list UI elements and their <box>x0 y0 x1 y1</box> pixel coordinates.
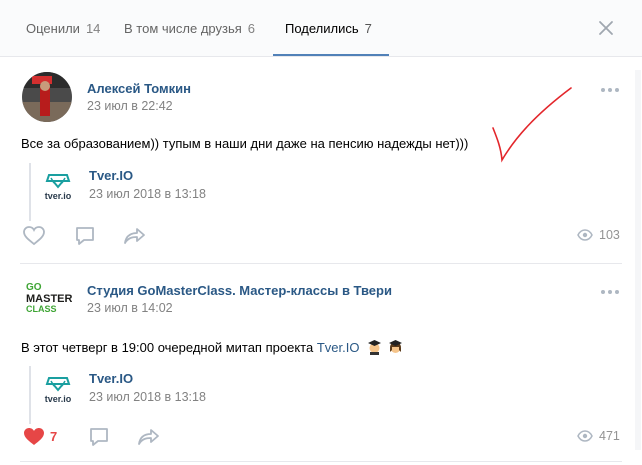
comment-button[interactable] <box>86 424 112 450</box>
share-button[interactable] <box>122 223 148 249</box>
dot-icon <box>608 88 612 92</box>
views-counter: 471 <box>577 429 620 443</box>
emoji-woman-graduate-icon <box>388 339 403 358</box>
post-text-link[interactable]: Tver.IO <box>317 340 360 355</box>
heart-filled-icon <box>24 428 44 445</box>
shares-modal: Оценили 14 В том числе друзья 6 Поделили… <box>0 0 642 465</box>
logo-text-class: CLASS <box>26 304 57 314</box>
avatar-photo-icon <box>22 72 72 122</box>
post-text: Все за образованием)) тупым в наши дни д… <box>21 136 469 151</box>
tab-liked-count: 14 <box>85 21 101 36</box>
post-date[interactable]: 23 июл в 22:42 <box>87 99 173 113</box>
comment-icon <box>90 428 108 446</box>
tab-liked[interactable]: Оценили 14 <box>26 0 100 57</box>
post-divider <box>20 461 622 462</box>
red-checkmark-annotation <box>492 87 572 163</box>
tab-shared-label: Поделились <box>285 21 359 36</box>
avatar[interactable] <box>22 72 72 122</box>
heart-icon <box>23 226 45 246</box>
post-date[interactable]: 23 июл в 14:02 <box>87 301 173 315</box>
views-counter: 103 <box>577 228 620 242</box>
tverio-logo-icon: tver.io <box>45 377 72 404</box>
post-author[interactable]: Студия GoMasterClass. Мастер-классы в Тв… <box>87 283 392 298</box>
views-count: 103 <box>599 228 620 242</box>
repost-title[interactable]: Tver.IO <box>89 168 133 183</box>
post-more-button[interactable] <box>600 87 620 93</box>
like-button[interactable] <box>21 223 47 249</box>
avatar[interactable]: GO MASTER CLASS <box>22 273 72 323</box>
share-arrow-icon <box>138 429 159 445</box>
tverio-logo-icon: tver.io <box>45 174 72 201</box>
post-actions: 7 471 <box>0 424 642 450</box>
share-arrow-icon <box>124 228 145 244</box>
post-text: В этот четверг в 19:00 очередной митап п… <box>21 339 403 358</box>
likes-count[interactable]: 7 <box>50 429 57 444</box>
post-actions: 103 <box>0 223 642 249</box>
repost-block[interactable]: tver.io Tver.IO 23 июл 2018 в 13:18 <box>29 163 289 221</box>
post-2: GO MASTER CLASS Студия GoMasterClass. Ма… <box>0 270 642 465</box>
dot-icon <box>615 290 619 294</box>
tab-shared[interactable]: Поделились 7 <box>285 0 372 57</box>
tab-liked-label: Оценили <box>26 21 80 36</box>
comment-icon <box>76 227 94 245</box>
dot-icon <box>608 290 612 294</box>
repost-title[interactable]: Tver.IO <box>89 371 133 386</box>
tverio-logo[interactable]: tver.io <box>41 372 75 406</box>
post-text-body: В этот четверг в 19:00 очередной митап п… <box>21 339 314 355</box>
tverio-logo[interactable]: tver.io <box>41 169 75 203</box>
close-button[interactable] <box>596 18 616 38</box>
logo-text-go: GO <box>26 282 42 293</box>
tab-friends-label: В том числе друзья <box>124 21 242 36</box>
tab-shared-count: 7 <box>364 21 372 36</box>
dot-icon <box>601 290 605 294</box>
emoji-graduate-icon <box>367 339 382 358</box>
repost-block[interactable]: tver.io Tver.IO 23 июл 2018 в 13:18 <box>29 366 289 424</box>
tverio-logo-text: tver.io <box>45 394 72 404</box>
comment-button[interactable] <box>72 223 98 249</box>
tab-friends[interactable]: В том числе друзья 6 <box>124 0 255 57</box>
tab-friends-count: 6 <box>247 21 256 36</box>
repost-date[interactable]: 23 июл 2018 в 13:18 <box>89 390 206 404</box>
tverio-logo-text: tver.io <box>45 191 72 201</box>
share-button[interactable] <box>136 424 162 450</box>
gomasterclass-logo-icon: GO MASTER CLASS <box>22 273 72 323</box>
active-tab-indicator <box>273 54 389 56</box>
eye-icon <box>577 430 593 442</box>
close-icon <box>599 21 613 35</box>
dot-icon <box>615 88 619 92</box>
post-author[interactable]: Алексей Томкин <box>87 81 191 96</box>
dot-icon <box>601 88 605 92</box>
views-count: 471 <box>599 429 620 443</box>
post-more-button[interactable] <box>600 289 620 295</box>
repost-date[interactable]: 23 июл 2018 в 13:18 <box>89 187 206 201</box>
like-button[interactable] <box>21 424 47 450</box>
post-divider <box>20 263 622 264</box>
modal-header: Оценили 14 В том числе друзья 6 Поделили… <box>0 0 642 57</box>
eye-icon <box>577 229 593 241</box>
